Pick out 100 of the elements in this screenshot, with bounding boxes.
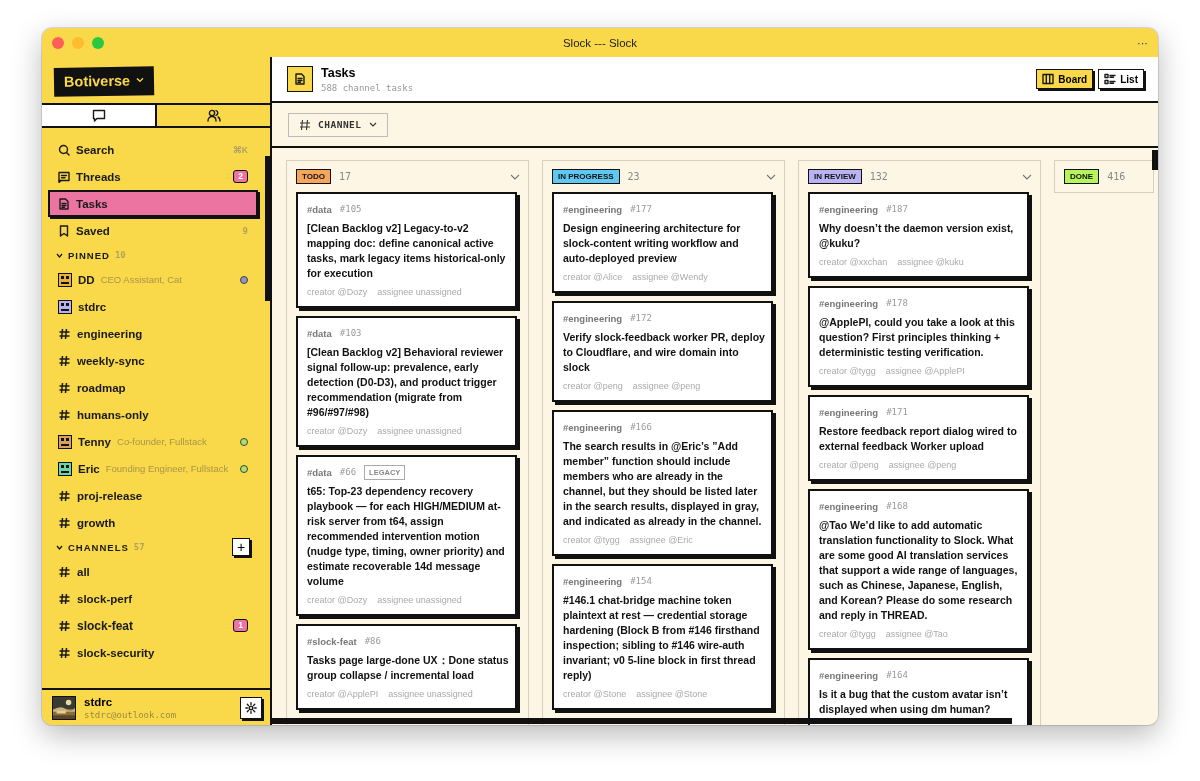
more-menu[interactable]: ··· [1137, 36, 1148, 49]
task-title: Is it a bug that the custom avatar isn’t displayed when using dm human? [819, 687, 1009, 717]
hash-icon [299, 118, 311, 131]
chevron-down-icon[interactable] [56, 544, 63, 550]
message-icon [58, 170, 70, 183]
channel-item[interactable]: engineering [48, 320, 258, 347]
unread-count: 1 [233, 619, 248, 632]
direct-message-item[interactable]: Tenny Co-founder, Fullstack [48, 428, 258, 455]
hash-icon [58, 516, 71, 529]
avatar-icon [58, 272, 72, 287]
channel-item[interactable]: all [48, 558, 258, 585]
hash-icon [58, 592, 71, 605]
task-assignee: assignee @kuku [897, 257, 964, 267]
close-button[interactable] [52, 36, 64, 49]
channel-label: #engineering [563, 421, 623, 433]
task-creator: creator @tygg [819, 629, 876, 639]
task-number: #105 [339, 204, 362, 214]
document-icon [294, 73, 306, 85]
settings-button[interactable] [240, 696, 262, 719]
channel-item[interactable]: slock-perf [48, 585, 258, 612]
task-creator: creator @Stone [563, 689, 627, 699]
channel-item[interactable]: humans-only [48, 401, 258, 428]
task-creator: creator @peng [563, 381, 623, 391]
task-title: t65: Top-23 dependency recovery playbook — for each HIGH/MEDIUM at-risk server from t64, assign recommended intervention motion (nudge type, timing, owner priority) and estimate recoverable 14d message volume [307, 484, 506, 589]
task-count: 17 [338, 171, 352, 182]
task-title: Design engineering architecture for slock-content writing workflow and auto-deployed preview [563, 221, 742, 266]
user-email: stdrc@outlook.com [84, 709, 178, 720]
document-icon [58, 197, 70, 210]
task-title: #146.1 chat-bridge machine token plaintext at rest — credential storage hardening (Block B from #146 firsthand inspection; sibling to #146 wire-auth invariant; v0 5-line block in first thread reply) [563, 593, 761, 683]
task-title: Tasks page large-done UX：Done status group collapse / incremental load [307, 653, 509, 683]
hash-icon [58, 327, 71, 340]
task-number: #164 [886, 670, 908, 680]
task-title: Verify slock-feedback worker PR, deploy to Cloudflare, and wire domain into slock [563, 330, 765, 375]
task-assignee: assignee unassigned [377, 287, 462, 297]
channel-filter[interactable]: CHANNEL [288, 112, 388, 137]
task-assignee: assignee @peng [888, 460, 957, 470]
task-title: @Tao We’d like to add automatic translation functionality to Slock. What are some good AI translation services that support a wide range of languages, such as Chinese, Japanese, English, and Korean? Please do some research and reply in THREAD. [819, 518, 1019, 623]
task-title: [Clean Backlog v2] Behavioral reviewer signal follow-up: prevalence, early detection (D0-D3), and product trigger recommendation (migrate from #96/#97/#98) [307, 345, 505, 420]
task-creator: creator @tygg [563, 535, 620, 545]
columns-icon [1042, 73, 1055, 85]
section-count: 57 [133, 542, 145, 552]
task-number: #154 [630, 576, 652, 586]
status-badge: IN REVIEW [808, 169, 862, 184]
view-toggle[interactable]: Board [1036, 69, 1094, 89]
direct-message-item[interactable]: DD CEO Assistant, Cat [48, 266, 258, 293]
chevron-down-icon[interactable] [56, 252, 63, 258]
direct-message-item[interactable]: stdrc [48, 293, 258, 320]
status-badge: TODO [296, 169, 331, 184]
shortcut-hint: ⌘K [232, 144, 248, 155]
channel-label: #engineering [819, 669, 879, 681]
member-role: Founding Engineer, Fullstack [105, 463, 229, 474]
caret-icon [136, 77, 145, 84]
add-channel-button[interactable]: + [232, 538, 250, 556]
view-toggle[interactable]: List [1098, 69, 1144, 89]
status-badge: IN PROGRESS [552, 169, 620, 184]
task-number: #86 [364, 636, 381, 646]
direct-message-item[interactable]: Eric Founding Engineer, Fullstack [48, 455, 258, 482]
task-creator: creator @peng [819, 460, 879, 470]
bookmark-icon [58, 224, 70, 237]
channel-item[interactable]: growth [48, 509, 258, 536]
task-creator: creator @Dozy [307, 595, 368, 605]
scrollbar-thumb[interactable] [272, 718, 1012, 724]
hash-icon [58, 408, 71, 421]
member-role: CEO Assistant, Cat [100, 274, 182, 285]
nav-item[interactable]: Tasks [48, 190, 258, 217]
channel-label: #data [307, 466, 332, 478]
channel-item[interactable]: slock-security [48, 639, 258, 666]
status-badge: DONE [1064, 169, 1100, 184]
nav-item[interactable]: Search ⌘K [48, 136, 258, 163]
channel-item[interactable]: proj-release [48, 482, 258, 509]
section-count: 10 [114, 250, 126, 260]
task-assignee: assignee @peng [632, 381, 701, 391]
channel-label: #engineering [819, 297, 879, 309]
task-count: 416 [1107, 171, 1127, 182]
channel-item[interactable]: weekly-sync [48, 347, 258, 374]
nav-item[interactable]: Threads 2 [48, 163, 258, 190]
task-creator: creator @xxchan [819, 257, 888, 267]
channel-item[interactable]: roadmap [48, 374, 258, 401]
page-title: Tasks [321, 65, 357, 80]
user-name: stdrc [84, 695, 114, 708]
channel-label: #data [307, 203, 332, 215]
task-number: #103 [339, 328, 362, 338]
task-assignee: assignee @ApplePI [885, 366, 965, 376]
task-assignee: assignee unassigned [377, 426, 462, 436]
task-assignee: assignee unassigned [377, 595, 462, 605]
channel-item[interactable]: slock-feat 1 [48, 612, 258, 639]
member-role: Co-founder, Fullstack [117, 436, 207, 447]
task-title: The search results in @Eric’s ”Add member” function should include members who are already in the channel, but they should be listed later in the search results, displayed in gray, and indicated as already in the channel. [563, 439, 763, 529]
nav-item[interactable]: Saved 9 [48, 217, 258, 244]
task-title: [Clean Backlog v2] Legacy-to-v2 mapping doc: define canonical active tasks, mark legacy items historical-only for execution [307, 221, 507, 281]
scrollbar-thumb[interactable] [1152, 150, 1158, 170]
chevron-down-icon [368, 122, 377, 127]
hash-icon [58, 354, 71, 367]
task-creator: creator @Alice [563, 272, 623, 282]
task-number: #168 [886, 501, 908, 511]
scrollbar-thumb[interactable] [265, 156, 272, 301]
channel-label: #data [307, 327, 332, 339]
workspace-switcher[interactable]: Botiverse [53, 66, 155, 97]
task-assignee: assignee @Eric [629, 535, 693, 545]
task-assignee: assignee @Tao [885, 629, 948, 639]
